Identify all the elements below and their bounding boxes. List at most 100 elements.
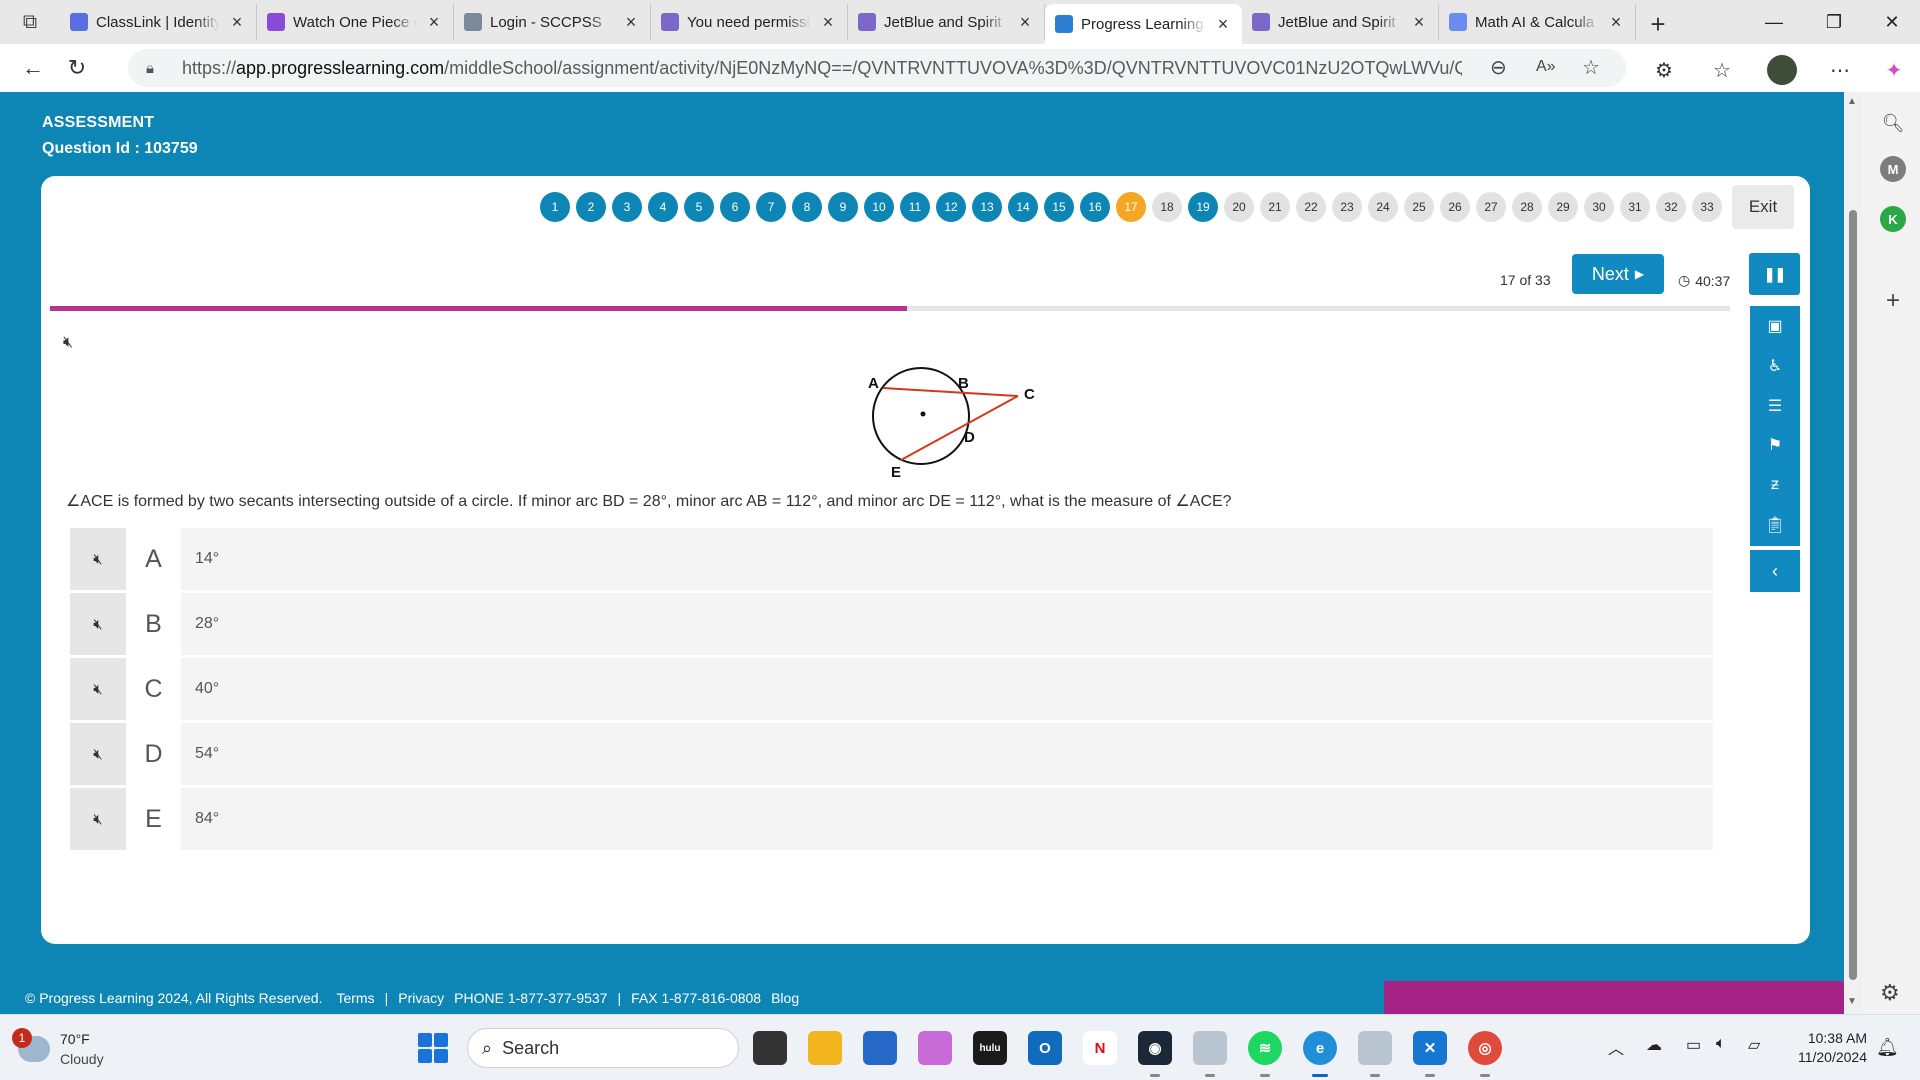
volume-icon[interactable]: 🔈︎ — [1716, 1035, 1726, 1053]
scroll-down-icon[interactable]: ▼ — [1847, 996, 1857, 1007]
read-aloud-icon[interactable]: A» — [1536, 58, 1556, 76]
terms-link[interactable]: Terms — [336, 990, 374, 1006]
file-explorer-icon[interactable] — [808, 1031, 842, 1065]
mute-choice-icon[interactable]: 🔇︎ — [70, 593, 126, 655]
back-icon[interactable]: ← — [12, 47, 54, 89]
outlook-icon[interactable]: O — [1028, 1031, 1062, 1065]
question-number-1[interactable]: 1 — [540, 192, 570, 222]
question-number-14[interactable]: 14 — [1008, 192, 1038, 222]
clipboard-icon[interactable]: 📋︎ — [1763, 513, 1787, 537]
question-number-18[interactable]: 18 — [1152, 192, 1182, 222]
answer-choice-c[interactable]: 🔇︎ C 40° — [70, 658, 1713, 720]
sidebar-profile-m[interactable]: M — [1880, 156, 1906, 182]
question-number-28[interactable]: 28 — [1512, 192, 1542, 222]
answer-choice-b[interactable]: 🔇︎ B 28° — [70, 593, 1713, 655]
start-button[interactable] — [418, 1033, 448, 1063]
add-sidebar-app-icon[interactable]: + — [1876, 284, 1910, 318]
question-number-25[interactable]: 25 — [1404, 192, 1434, 222]
browser-tab[interactable]: Login - SCCPSS × — [454, 4, 651, 40]
game-app-icon[interactable] — [1193, 1031, 1227, 1077]
question-number-22[interactable]: 22 — [1296, 192, 1326, 222]
copilot-app-icon[interactable] — [918, 1031, 952, 1065]
system-clock[interactable]: 10:38 AM 11/20/2024 — [1787, 1029, 1867, 1067]
close-tab-icon[interactable]: × — [1214, 14, 1232, 35]
question-number-17[interactable]: 17 — [1116, 192, 1146, 222]
sidebar-profile-k[interactable]: K — [1880, 206, 1906, 232]
restore-icon[interactable]: ❐ — [1804, 0, 1864, 44]
refresh-icon[interactable]: ↻ — [56, 47, 98, 89]
browser-tab[interactable]: JetBlue and Spirit × — [848, 4, 1045, 40]
browser-tab[interactable]: JetBlue and Spirit × — [1242, 4, 1439, 40]
onedrive-icon[interactable]: ☁ — [1646, 1035, 1662, 1055]
question-number-26[interactable]: 26 — [1440, 192, 1470, 222]
answer-choice-a[interactable]: 🔇︎ A 14° — [70, 528, 1713, 590]
privacy-link[interactable]: Privacy — [398, 990, 444, 1006]
battery-icon[interactable]: ▱ — [1748, 1035, 1760, 1055]
task-view-icon[interactable] — [753, 1031, 787, 1065]
close-tab-icon[interactable]: × — [228, 12, 246, 33]
question-number-10[interactable]: 10 — [864, 192, 894, 222]
eliminator-icon[interactable]: ƶ — [1763, 473, 1787, 497]
question-number-5[interactable]: 5 — [684, 192, 714, 222]
answer-choice-e[interactable]: 🔇︎ E 84° — [70, 788, 1713, 850]
favorite-star-icon[interactable]: ☆ — [1582, 55, 1600, 80]
save-icon[interactable]: ▣ — [1763, 314, 1787, 338]
mute-choice-icon[interactable]: 🔇︎ — [70, 658, 126, 720]
network-icon[interactable]: ▭ — [1686, 1035, 1701, 1055]
microsoft-store-icon[interactable] — [863, 1031, 897, 1065]
question-number-30[interactable]: 30 — [1584, 192, 1614, 222]
exit-button[interactable]: Exit — [1732, 185, 1794, 229]
zoom-icon[interactable]: ⊖ — [1490, 55, 1507, 80]
question-number-8[interactable]: 8 — [792, 192, 822, 222]
browser-tab[interactable]: Watch One Piece o × — [257, 4, 454, 40]
collapse-tools-icon[interactable]: ‹ — [1750, 550, 1800, 592]
question-number-29[interactable]: 29 — [1548, 192, 1578, 222]
browser-tab[interactable]: ClassLink | Identity × — [60, 4, 257, 40]
address-bar[interactable]: 🔒︎ https://app.progresslearning.com/midd… — [128, 49, 1626, 87]
profile-avatar[interactable] — [1764, 52, 1800, 88]
lock-icon[interactable]: 🔒︎ — [146, 60, 174, 77]
close-tab-icon[interactable]: × — [425, 12, 443, 33]
search-icon[interactable]: 🔍︎ — [1876, 106, 1910, 140]
edge-icon[interactable]: e — [1303, 1031, 1337, 1077]
question-number-15[interactable]: 15 — [1044, 192, 1074, 222]
scroll-thumb[interactable] — [1849, 210, 1857, 980]
close-window-icon[interactable]: ✕ — [1862, 0, 1920, 44]
question-number-16[interactable]: 16 — [1080, 192, 1110, 222]
new-tab-button[interactable]: + — [1636, 4, 1680, 44]
close-tab-icon[interactable]: × — [1016, 12, 1034, 33]
mute-question-icon[interactable]: 🔇︎ — [63, 334, 73, 352]
question-number-21[interactable]: 21 — [1260, 192, 1290, 222]
answer-choice-d[interactable]: 🔇︎ D 54° — [70, 723, 1713, 785]
question-number-2[interactable]: 2 — [576, 192, 606, 222]
question-number-12[interactable]: 12 — [936, 192, 966, 222]
spotify-icon[interactable]: ≋ — [1248, 1031, 1282, 1077]
next-button[interactable]: Next ▶ — [1572, 254, 1664, 294]
minimize-icon[interactable]: — — [1744, 0, 1804, 44]
page-scrollbar[interactable]: ▲ ▼ — [1844, 92, 1862, 1014]
close-tab-icon[interactable]: × — [622, 12, 640, 33]
show-hidden-icons[interactable]: ︿ — [1608, 1035, 1624, 1059]
extensions-icon[interactable]: ⚙ — [1646, 52, 1682, 88]
browser-tab[interactable]: Progress Learning × — [1045, 4, 1242, 44]
x-app-icon[interactable]: ✕ — [1413, 1031, 1447, 1077]
notifications-bell-icon[interactable]: 🔔︎ — [1876, 1037, 1899, 1058]
question-number-4[interactable]: 4 — [648, 192, 678, 222]
question-number-32[interactable]: 32 — [1656, 192, 1686, 222]
netflix-icon[interactable]: N — [1083, 1031, 1117, 1065]
accessibility-icon[interactable]: ♿︎ — [1763, 354, 1787, 378]
question-number-20[interactable]: 20 — [1224, 192, 1254, 222]
flag-icon[interactable]: ⚑ — [1763, 433, 1787, 457]
game-app-2-icon[interactable] — [1358, 1031, 1392, 1077]
steam-icon[interactable]: ◉ — [1138, 1031, 1172, 1077]
question-number-3[interactable]: 3 — [612, 192, 642, 222]
browser-tab[interactable]: Math AI & Calcula × — [1439, 4, 1636, 40]
notes-icon[interactable]: ☰ — [1763, 394, 1787, 418]
mute-choice-icon[interactable]: 🔇︎ — [70, 723, 126, 785]
mute-choice-icon[interactable]: 🔇︎ — [70, 528, 126, 590]
question-number-19[interactable]: 19 — [1188, 192, 1218, 222]
question-number-13[interactable]: 13 — [972, 192, 1002, 222]
settings-gear-icon[interactable]: ⚙ — [1880, 980, 1900, 1006]
pause-button[interactable]: ❚❚ — [1749, 253, 1800, 295]
blog-link[interactable]: Blog — [771, 990, 799, 1006]
